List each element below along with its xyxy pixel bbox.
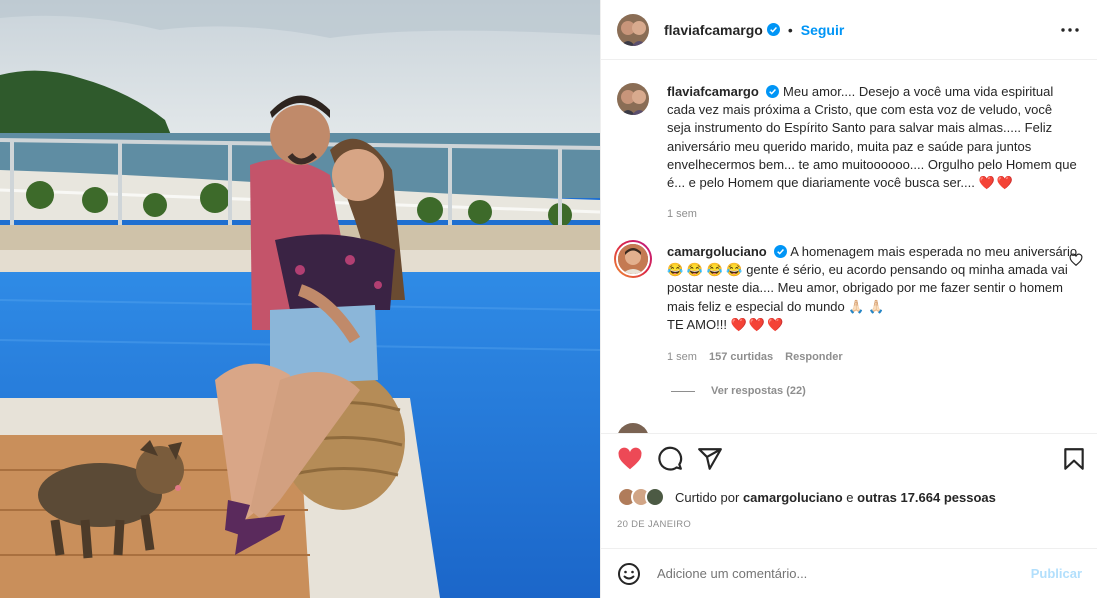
likes-mid: e [846, 489, 854, 505]
comment-hearts: ❤️❤️❤️ [730, 316, 786, 332]
likes-prefix: Curtido por [675, 489, 740, 505]
likes-others[interactable]: outras 17.664 pessoas [857, 490, 996, 505]
post-detail-panel: flaviafcamargo • Seguir flaviafcamargo M… [600, 0, 1097, 598]
caption-meta: 1 sem [667, 208, 697, 220]
avatar[interactable] [617, 423, 649, 433]
comments-list[interactable]: flaviafcamargo Meu amor.... Desejo a voc… [601, 61, 1097, 433]
comment-meta: 1 sem 157 curtidas Responder [667, 351, 843, 363]
caption-username[interactable]: flaviafcamargo [667, 84, 759, 99]
comment-time[interactable]: 1 sem [667, 351, 697, 363]
comment-input[interactable] [657, 566, 1031, 581]
likes-text: Curtido por camargoluciano e outras 17.6… [675, 490, 996, 505]
comment-username[interactable]: camargoluciano [667, 244, 767, 259]
post-image [0, 0, 600, 598]
post-date[interactable]: 20 DE JANEIRO [617, 519, 691, 530]
comment-likes[interactable]: 157 curtidas [709, 351, 773, 363]
caption-hearts: ❤️❤️ [978, 175, 1015, 191]
reply-button[interactable]: Responder [785, 351, 842, 363]
avatar[interactable] [617, 83, 649, 115]
add-comment-bar: Publicar [601, 548, 1097, 598]
replies-line [671, 390, 695, 392]
action-bar [601, 433, 1097, 483]
more-options-icon[interactable] [1058, 18, 1082, 42]
verified-icon [774, 245, 788, 258]
avatar[interactable] [617, 13, 649, 46]
caption-time[interactable]: 1 sem [667, 208, 697, 220]
comment-text: camargoluciano A homenagem mais esperada… [667, 243, 1079, 334]
post-comment-button[interactable]: Publicar [1031, 566, 1082, 581]
liker-avatars [617, 487, 673, 507]
verified-icon [766, 85, 780, 98]
post-header: flaviafcamargo • Seguir [601, 0, 1097, 60]
verified-icon [766, 23, 780, 36]
caption-body: Meu amor.... Desejo a você uma vida espi… [667, 84, 1077, 191]
separator-dot: • [787, 21, 793, 38]
follow-button[interactable]: Seguir [801, 22, 845, 38]
likes-user[interactable]: camargoluciano [743, 490, 843, 505]
comment-icon[interactable] [657, 446, 683, 472]
comment-body-end: TE AMO!!! [667, 316, 727, 332]
likes-summary: Curtido por camargoluciano e outras 17.6… [617, 487, 996, 507]
post-author-username[interactable]: flaviafcamargo [664, 22, 763, 38]
like-comment-heart-icon[interactable] [1069, 253, 1083, 267]
save-icon[interactable] [1061, 446, 1087, 472]
view-replies-label: Ver respostas (22) [711, 385, 806, 397]
avatar[interactable] [645, 487, 665, 507]
post-photo[interactable] [0, 0, 600, 598]
emoji-icon[interactable] [617, 562, 641, 586]
caption-text: flaviafcamargo Meu amor.... Desejo a voc… [667, 83, 1079, 192]
avatar[interactable] [614, 240, 652, 278]
heart-icon[interactable] [617, 446, 643, 472]
share-icon[interactable] [697, 446, 723, 472]
view-replies-button[interactable]: Ver respostas (22) [671, 385, 806, 397]
